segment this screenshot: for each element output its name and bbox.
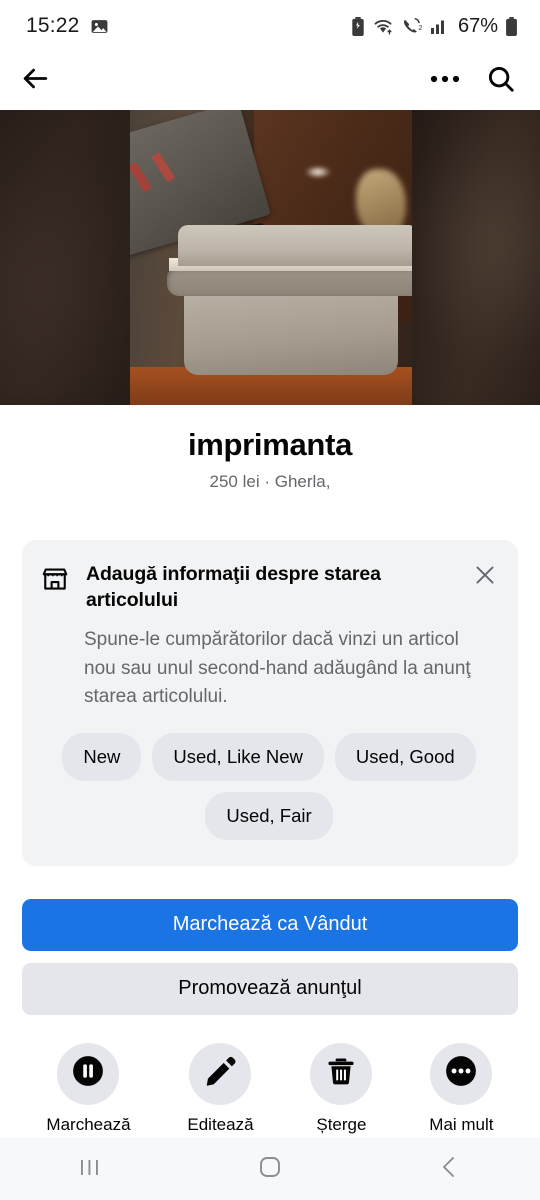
app-bar (0, 52, 540, 110)
condition-chip-used-good[interactable]: Used, Good (334, 732, 476, 781)
quick-actions: Marchează Editează Șterge Mai mult (0, 1042, 540, 1135)
more-circle-icon (442, 1052, 480, 1095)
listing-header: imprimanta 250 lei · Gherla, (0, 405, 540, 492)
condition-chip-used-fair[interactable]: Used, Fair (205, 791, 333, 840)
quick-action-mark-label: Marchează (46, 1114, 131, 1134)
photo-printer-front (183, 292, 398, 376)
photo-printer-top (177, 225, 412, 267)
condition-chip-list: New Used, Like New Used, Good Used, Fair (48, 732, 490, 840)
listing-subtitle: 250 lei · Gherla, (209, 472, 331, 491)
nav-recents-button[interactable] (30, 1138, 150, 1200)
quick-action-delete-label: Șterge (316, 1114, 367, 1134)
quick-action-delete[interactable]: Șterge (310, 1042, 373, 1135)
system-nav-bar (0, 1138, 540, 1200)
trash-icon (325, 1055, 357, 1092)
storefront-icon (40, 564, 70, 599)
nav-back-button[interactable] (390, 1138, 510, 1200)
more-horizontal-icon (430, 72, 460, 90)
photo-printer-tray (166, 266, 412, 296)
quick-action-mark-circle (57, 1042, 120, 1105)
close-condition-card-button[interactable] (472, 562, 498, 593)
status-bar-left: 15:22 (26, 14, 109, 38)
battery-percent: 67% (457, 14, 498, 37)
condition-card-header: Adaugă informaţii despre starea articolu… (40, 562, 498, 613)
condition-chip-used-like-new[interactable]: Used, Like New (152, 732, 324, 781)
chevron-back-icon (436, 1153, 464, 1186)
promote-listing-button[interactable]: Promovează anunţul (22, 962, 518, 1015)
condition-card-body: Spune-le cumpărătorilor dacă vinzi un ar… (84, 629, 471, 707)
search-icon (486, 64, 516, 99)
close-icon (472, 566, 498, 592)
mark-as-sold-button[interactable]: Marchează ca Vândut (22, 898, 518, 951)
arrow-left-icon (20, 63, 51, 99)
condition-chip-new[interactable]: New (62, 732, 142, 781)
app-bar-actions (430, 64, 516, 99)
listing-photo[interactable] (0, 110, 540, 405)
pause-circle-icon (69, 1052, 107, 1095)
search-button[interactable] (486, 64, 516, 99)
quick-action-edit-circle (189, 1042, 252, 1105)
condition-card-title: Adaugă informaţii despre starea articolu… (86, 563, 381, 611)
phone-screen: 15:22 2 67% imprimanta 250 lei · Gherla,… (0, 0, 540, 1200)
more-options-button[interactable] (430, 72, 460, 90)
quick-action-edit[interactable]: Editează (187, 1042, 254, 1135)
photo-glint (304, 166, 331, 179)
quick-action-mark[interactable]: Marchează (46, 1042, 131, 1135)
quick-action-more-circle (430, 1042, 493, 1105)
quick-action-more-label: Mai mult (429, 1114, 494, 1134)
back-button[interactable] (20, 63, 51, 99)
photo-main (130, 110, 412, 405)
quick-action-delete-circle (310, 1042, 373, 1105)
wifi-icon (372, 17, 394, 35)
listing-title: imprimanta (187, 427, 353, 462)
status-bar-right: 2 67% (351, 15, 518, 38)
battery-saver-icon (351, 16, 365, 36)
status-time: 15:22 (26, 14, 80, 37)
svg-text:2: 2 (418, 23, 422, 32)
pencil-icon (203, 1054, 237, 1093)
battery-icon (505, 16, 518, 36)
signal-icon (430, 17, 448, 35)
recents-icon (75, 1152, 105, 1187)
quick-action-more[interactable]: Mai mult (429, 1042, 494, 1135)
primary-actions: Marchează ca Vândut Promovează anunţul (22, 898, 518, 1015)
status-bar: 15:22 2 67% (0, 0, 540, 52)
condition-card: Adaugă informaţii despre starea articolu… (22, 540, 518, 866)
nav-home-button[interactable] (210, 1138, 330, 1200)
call-icon: 2 (401, 17, 423, 36)
home-icon (256, 1153, 284, 1186)
quick-action-edit-label: Editează (187, 1114, 254, 1134)
image-icon (90, 17, 109, 36)
